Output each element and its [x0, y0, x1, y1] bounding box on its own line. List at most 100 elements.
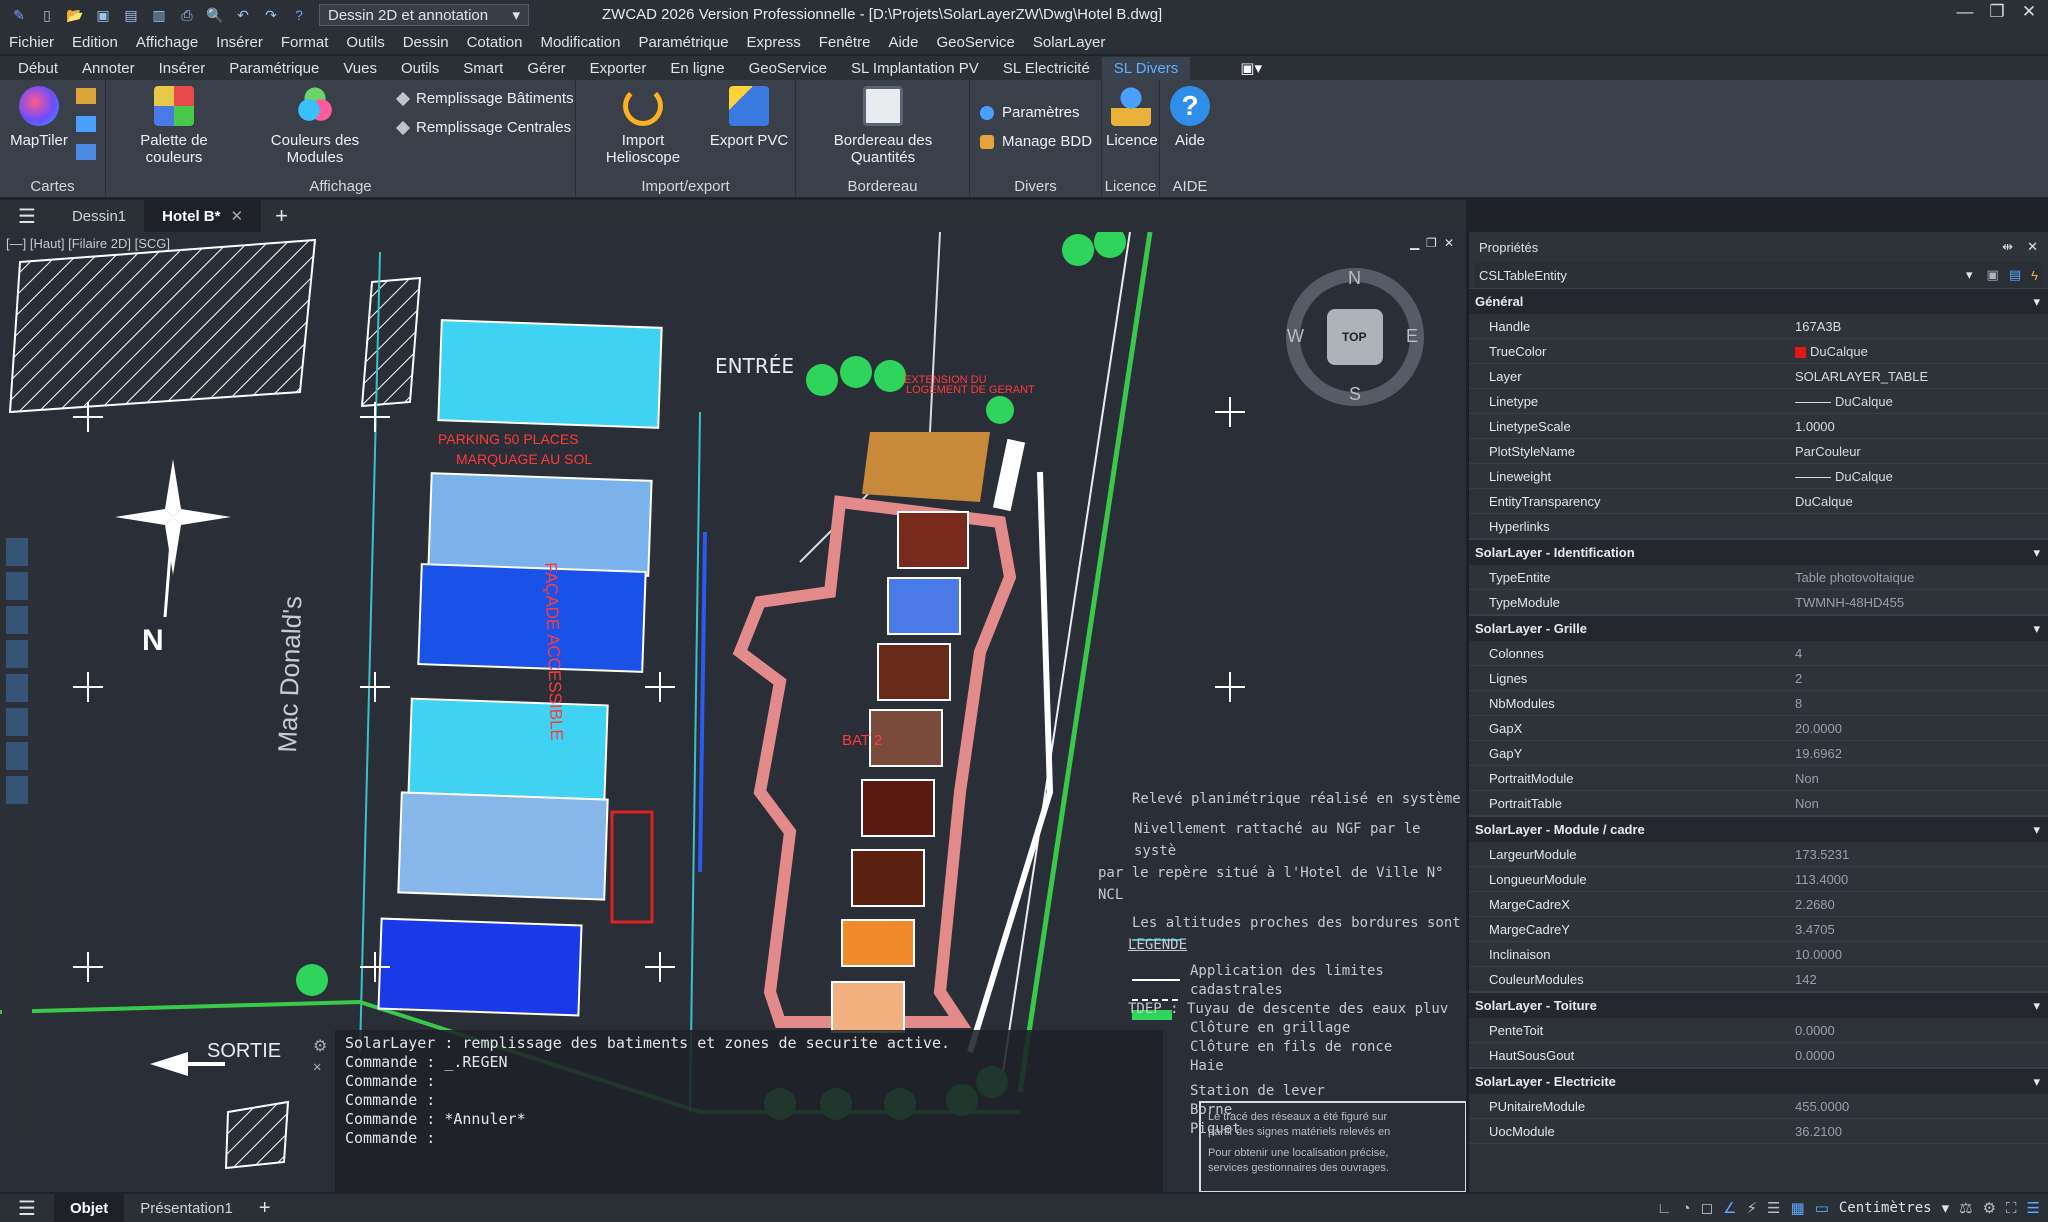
viewcube-top[interactable]: TOP	[1342, 330, 1366, 344]
otrack-icon[interactable]: ∠	[1723, 1199, 1736, 1217]
polar-icon[interactable]: ◔	[1682, 1200, 1691, 1217]
help-icon[interactable]: ?	[290, 6, 308, 24]
layers-icon[interactable]	[76, 88, 96, 104]
property-row[interactable]: TypeModule TWMNH-48HD455	[1469, 590, 2048, 615]
property-value[interactable]: Non	[1789, 771, 2048, 786]
menu-fenetre[interactable]: Fenêtre	[810, 34, 880, 51]
property-row[interactable]: LinetypeScale 1.0000	[1469, 414, 2048, 439]
lwt-icon[interactable]: ☰	[1767, 1199, 1780, 1217]
close-icon[interactable]: ✕	[230, 207, 243, 225]
tool-icon[interactable]	[6, 674, 28, 702]
property-row[interactable]: PortraitModule Non	[1469, 766, 2048, 791]
layout-tab-presentation1[interactable]: Présentation1	[124, 1194, 249, 1222]
property-value[interactable]: 1.0000	[1789, 419, 2048, 434]
property-row[interactable]: Layer SOLARLAYER_TABLE	[1469, 364, 2048, 389]
fullscreen-icon[interactable]: ⛶	[2006, 1200, 2017, 1217]
tab-parametrique[interactable]: Paramétrique	[217, 57, 331, 80]
compass-s[interactable]: S	[1349, 384, 1361, 405]
property-value[interactable]: 173.5231	[1789, 847, 2048, 862]
menu-geoservice[interactable]: GeoService	[927, 34, 1023, 51]
osnap-icon[interactable]: ◻	[1701, 1199, 1713, 1217]
menu-format[interactable]: Format	[272, 34, 338, 51]
toggle-pickadd-icon[interactable]: ϟ	[2031, 268, 2038, 283]
tab-annoter[interactable]: Annoter	[70, 57, 147, 80]
compass-n[interactable]: N	[1348, 268, 1361, 289]
property-value[interactable]: 20.0000	[1789, 721, 2048, 736]
property-value[interactable]: 36.2100	[1789, 1124, 2048, 1139]
close-window-button[interactable]: ✕	[2014, 2, 2044, 26]
tab-sl-divers[interactable]: SL Divers	[1101, 56, 1191, 80]
hamburger-menu-icon[interactable]: ☰	[0, 1196, 54, 1221]
close-icon[interactable]: ✕	[313, 1058, 321, 1077]
tab-debut[interactable]: Début	[0, 57, 70, 80]
tab-smart[interactable]: Smart	[451, 57, 515, 80]
chevron-down-icon[interactable]: ▾	[1942, 1199, 1950, 1217]
ortho-icon[interactable]: ∟	[1657, 1200, 1672, 1217]
command-input[interactable]: Commande :	[345, 1129, 1153, 1148]
redo-icon[interactable]: ↷	[262, 6, 280, 24]
tab-exporter[interactable]: Exporter	[578, 57, 659, 80]
property-value[interactable]: 455.0000	[1789, 1099, 2048, 1114]
menu-solarlayer[interactable]: SolarLayer	[1024, 34, 1115, 51]
save-as-icon[interactable]: ▤	[122, 6, 140, 24]
preview-icon[interactable]: 🔍	[206, 6, 224, 24]
menu-outils[interactable]: Outils	[337, 34, 393, 51]
save-all-icon[interactable]: ▥	[150, 6, 168, 24]
menu-modification[interactable]: Modification	[531, 34, 629, 51]
property-value[interactable]: DuCalque	[1789, 469, 2048, 484]
property-row[interactable]: Colonnes 4	[1469, 641, 2048, 666]
tool-icon[interactable]	[6, 572, 28, 600]
tool-icon[interactable]	[6, 606, 28, 634]
tool-icon[interactable]	[6, 708, 28, 736]
property-row[interactable]: PUnitaireModule 455.0000	[1469, 1094, 2048, 1119]
menu-express[interactable]: Express	[738, 34, 810, 51]
property-row[interactable]: TrueColor DuCalque	[1469, 339, 2048, 364]
property-value[interactable]: 0.0000	[1789, 1048, 2048, 1063]
property-row[interactable]: EntityTransparency DuCalque	[1469, 489, 2048, 514]
open-icon[interactable]: 📂	[66, 6, 84, 24]
tool-icon[interactable]	[6, 742, 28, 770]
chevron-down-icon[interactable]: ▾	[2033, 1074, 2040, 1090]
units-icon[interactable]: ▭	[1815, 1199, 1829, 1217]
annotation-icon[interactable]: ⚖	[1959, 1199, 1972, 1217]
minimize-button[interactable]: —	[1950, 2, 1980, 26]
menu-cotation[interactable]: Cotation	[458, 34, 532, 51]
tool-icon[interactable]	[6, 538, 28, 566]
viewport-close-icon[interactable]: ✕	[1444, 236, 1454, 250]
property-row[interactable]: MargeCadreX 2.2680	[1469, 892, 2048, 917]
doc-tab-hotel-b[interactable]: Hotel B* ✕	[144, 200, 262, 232]
tab-sl-electricite[interactable]: SL Electricité	[991, 57, 1102, 80]
property-row[interactable]: UocModule 36.2100	[1469, 1119, 2048, 1144]
property-value[interactable]: 0.0000	[1789, 1023, 2048, 1038]
property-section-header[interactable]: SolarLayer - Module / cadre ▾	[1469, 816, 2048, 842]
property-value[interactable]: 167A3B	[1789, 319, 2048, 334]
new-icon[interactable]: ▯	[38, 6, 56, 24]
property-section-header[interactable]: Général ▾	[1469, 288, 2048, 314]
pin-icon[interactable]: ⇹	[2002, 239, 2013, 255]
property-section-header[interactable]: SolarLayer - Toiture ▾	[1469, 992, 2048, 1018]
property-value[interactable]: 4	[1789, 646, 2048, 661]
select-objects-icon[interactable]: ▣	[1987, 267, 1999, 283]
tab-en-ligne[interactable]: En ligne	[658, 57, 736, 80]
property-value[interactable]: 2	[1789, 671, 2048, 686]
chevron-down-icon[interactable]: ▾	[2033, 294, 2040, 310]
property-row[interactable]: HautSousGout 0.0000	[1469, 1043, 2048, 1068]
manage-bdd-button[interactable]: Manage BDD	[980, 133, 1092, 150]
building-icon[interactable]	[76, 144, 96, 160]
property-row[interactable]: TypeEntite Table photovoltaique	[1469, 565, 2048, 590]
layout-tab-objet[interactable]: Objet	[53, 1194, 125, 1222]
menu-dessin[interactable]: Dessin	[394, 34, 458, 51]
maximize-button[interactable]: ❐	[1982, 2, 2012, 26]
add-layout-icon[interactable]: +	[249, 1197, 281, 1220]
property-row[interactable]: PlotStyleName ParCouleur	[1469, 439, 2048, 464]
tab-gerer[interactable]: Gérer	[515, 57, 577, 80]
viewport-restore-icon[interactable]: ❐	[1426, 236, 1437, 250]
property-value[interactable]: 8	[1789, 696, 2048, 711]
property-value[interactable]: Non	[1789, 796, 2048, 811]
menu-affichage[interactable]: Affichage	[127, 34, 207, 51]
property-value[interactable]: 10.0000	[1789, 947, 2048, 962]
licence-button[interactable]: Licence	[1106, 86, 1158, 149]
tab-inserer[interactable]: Insérer	[147, 57, 218, 80]
chevron-down-icon[interactable]: ▾	[2033, 998, 2040, 1014]
property-row[interactable]: Linetype DuCalque	[1469, 389, 2048, 414]
